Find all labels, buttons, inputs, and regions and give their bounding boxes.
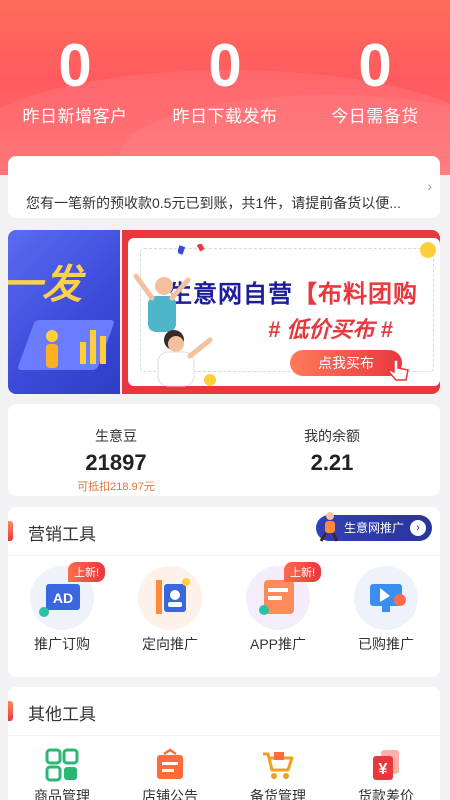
tool-label: 推广订购 xyxy=(34,636,90,652)
balance-section[interactable]: 我的余额 2.21 xyxy=(224,404,440,496)
beans-label: 生意豆 xyxy=(95,428,137,444)
balance-label: 我的余额 xyxy=(304,428,360,444)
tool-targeted-promo[interactable]: 定向推广 xyxy=(116,556,224,654)
stats-row: 0 昨日新增客户 0 昨日下载发布 0 今日需备货 xyxy=(0,30,450,127)
promo-pill-button[interactable]: 生意网推广 › xyxy=(316,512,432,542)
tool-label: 商品管理 xyxy=(34,788,90,800)
other-tools-header: 其他工具 xyxy=(8,687,440,735)
svg-text:¥: ¥ xyxy=(379,761,388,778)
payment-notice[interactable]: 您有一笔新的预收款0.5元已到账，共1件，请提前备货以便... › xyxy=(8,156,440,218)
tool-app-promo[interactable]: 上新! APP推广 xyxy=(224,556,332,654)
promo-banner-carousel[interactable]: 一发 生意网自营【布料团购 # 低价买布 # 点我买布 xyxy=(8,230,440,394)
tool-payment-difference[interactable]: ¥ 货款差价 xyxy=(332,736,440,800)
banner-left-text: 一发 xyxy=(8,263,82,307)
chevron-right-icon: › xyxy=(410,520,426,536)
wallet-card: 生意豆 21897 可抵扣218.97元 我的余额 2.21 xyxy=(8,404,440,496)
tool-label: 备货管理 xyxy=(250,788,306,800)
tool-label: APP推广 xyxy=(249,636,306,652)
balance-value: 2.21 xyxy=(310,450,354,475)
chart-bar-illustration xyxy=(90,330,96,364)
chart-bar-illustration xyxy=(80,342,86,364)
banner-slide-previous[interactable]: 一发 xyxy=(8,230,120,394)
other-tools-card: 其他工具 商品管理 店铺公告 备货管理 ¥ 货款差价 xyxy=(8,687,440,800)
section-title: 营销工具 xyxy=(28,525,96,544)
tool-store-notice[interactable]: 店铺公告 xyxy=(116,736,224,800)
banner-subtitle: # 低价买布 # xyxy=(268,317,393,342)
stat-downloads[interactable]: 0 昨日下载发布 xyxy=(150,30,300,127)
tool-purchased-promo[interactable]: 已购推广 xyxy=(332,556,440,654)
chart-bar-illustration xyxy=(100,336,106,364)
promo-label: 生意网推广 xyxy=(344,521,405,535)
tool-stock-management[interactable]: 备货管理 xyxy=(224,736,332,800)
tool-label: 货款差价 xyxy=(358,788,414,800)
beans-deduct-note: 可抵扣218.97元 xyxy=(77,481,155,493)
people-illustration xyxy=(133,273,216,387)
section-accent-bar xyxy=(8,701,13,721)
banner-title-highlight: 【布料团购 xyxy=(293,281,418,308)
new-badge: 上新! xyxy=(284,562,322,582)
beans-section[interactable]: 生意豆 21897 可抵扣218.97元 xyxy=(8,404,224,496)
tool-label: 已购推广 xyxy=(358,636,414,652)
chevron-right-icon: › xyxy=(427,178,432,194)
stats-header: 0 昨日新增客户 0 昨日下载发布 0 今日需备货 xyxy=(0,0,450,175)
stat-label: 昨日新增客户 xyxy=(22,107,128,126)
tool-label: 定向推广 xyxy=(142,636,198,652)
marketing-tools-card: 营销工具 生意网推广 › AD 上新! 推广订购 定向推广 上新! APP推广 … xyxy=(8,507,440,677)
runner-icon xyxy=(319,512,339,542)
stat-stock-needed[interactable]: 0 今日需备货 xyxy=(300,30,450,127)
stat-new-customers[interactable]: 0 昨日新增客户 xyxy=(0,30,150,127)
banner-slide-fabric[interactable]: 生意网自营【布料团购 # 低价买布 # 点我买布 xyxy=(122,230,440,394)
svg-text:AD: AD xyxy=(53,590,73,606)
notice-text: 您有一笔新的预收款0.5元已到账，共1件，请提前备货以便... xyxy=(26,195,401,211)
stat-label: 昨日下载发布 xyxy=(172,107,278,126)
stat-value: 0 xyxy=(358,32,392,99)
tool-product-management[interactable]: 商品管理 xyxy=(8,736,116,800)
notice-board-icon xyxy=(153,748,187,782)
targeting-icon xyxy=(138,566,202,630)
cart-icon xyxy=(261,748,295,782)
tool-label: 店铺公告 xyxy=(142,788,198,800)
stat-value: 0 xyxy=(58,32,92,99)
purchased-promo-icon xyxy=(354,566,418,630)
new-badge: 上新! xyxy=(68,562,106,582)
coin-decoration xyxy=(420,242,436,258)
section-accent-bar xyxy=(8,521,13,541)
marketing-tools-row: AD 上新! 推广订购 定向推广 上新! APP推广 已购推广 xyxy=(8,556,440,654)
stat-value: 0 xyxy=(208,32,242,99)
person-illustration xyxy=(46,330,58,368)
pointer-hand-icon xyxy=(388,359,409,381)
tool-promo-order[interactable]: AD 上新! 推广订购 xyxy=(8,556,116,654)
beans-value: 21897 xyxy=(85,450,147,475)
grid-icon xyxy=(45,748,79,782)
stat-label: 今日需备货 xyxy=(331,107,419,126)
other-tools-row: 商品管理 店铺公告 备货管理 ¥ 货款差价 xyxy=(8,736,440,800)
yuan-icon: ¥ xyxy=(369,748,403,782)
section-title: 其他工具 xyxy=(28,705,96,724)
marketing-tools-header: 营销工具 生意网推广 › xyxy=(8,507,440,555)
